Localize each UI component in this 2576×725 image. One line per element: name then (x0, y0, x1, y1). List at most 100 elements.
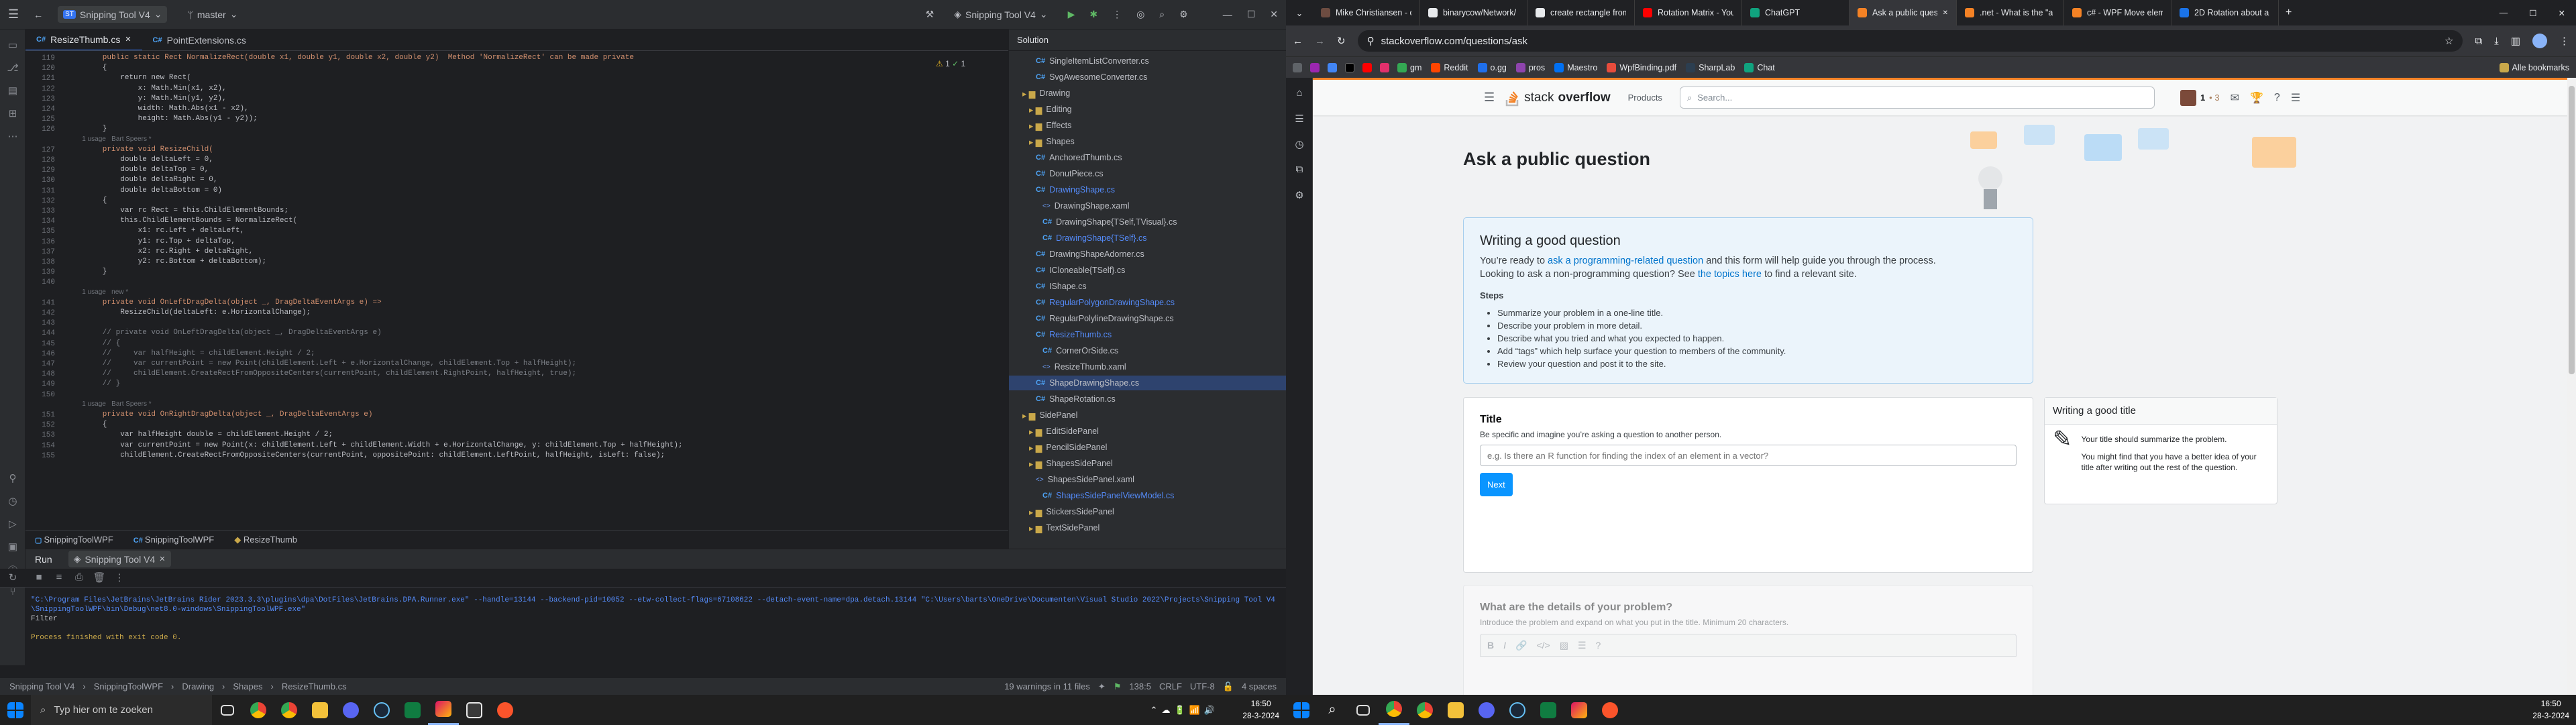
new-tab-icon[interactable]: + (2279, 7, 2298, 19)
tree-folder[interactable]: ▸ ▆ Drawing (1022, 86, 1070, 101)
tree-folder[interactable]: ▸ ▆ TextSidePanel (1029, 520, 1099, 535)
tree-file[interactable]: C# AnchoredThumb.cs (1036, 150, 1122, 165)
tree-folder[interactable]: ▸ ▆ ShapesSidePanel (1029, 456, 1113, 471)
project-tool-icon[interactable]: ▭ (6, 39, 19, 52)
browser-tab[interactable]: ChatGPT (1742, 0, 1849, 25)
so-search-input[interactable]: ⌕ Search... (1679, 87, 2155, 109)
status-path-item[interactable]: Shapes (233, 681, 262, 691)
status-path-item[interactable]: Snipping Tool V4 (9, 681, 74, 691)
services-tool-icon[interactable]: ◷ (6, 495, 19, 508)
close-icon[interactable]: ✕ (1270, 9, 1278, 20)
extensions-icon[interactable]: ⧉ (2475, 36, 2482, 47)
tree-file[interactable]: C# ShapeDrawingShape.cs (1009, 376, 1286, 390)
help-icon[interactable]: ? (1596, 640, 1601, 651)
tree-file[interactable]: C# DrawingShape.cs (1036, 182, 1115, 197)
bookmark-item[interactable]: SharpLab (1686, 62, 1735, 72)
caret-position[interactable]: 138:5 (1129, 681, 1151, 691)
tree-file[interactable]: C# DrawingShape{TSelf,TVisual}.cs (1042, 215, 1177, 229)
tree-file[interactable]: C# ResizeThumb.cs (1036, 327, 1112, 342)
status-path-item[interactable]: Drawing (182, 681, 214, 691)
instagram-icon[interactable] (1380, 62, 1389, 72)
close-icon[interactable]: ✕ (2548, 8, 2576, 18)
achievements-icon[interactable]: 🏆 (2250, 91, 2263, 105)
menu-icon[interactable]: ⋮ (2559, 35, 2569, 47)
build-icon[interactable]: ⚒ (926, 9, 934, 20)
address-bar[interactable]: ⚲ stackoverflow.com/questions/ask ☆ (1357, 30, 2463, 52)
status-path-item[interactable]: SnippingToolWPF (94, 681, 163, 691)
browser-tab[interactable]: Mike Christiansen - c (1313, 0, 1420, 25)
title-input[interactable] (1480, 445, 2017, 466)
scrollbar-thumb[interactable] (2569, 86, 2575, 374)
close-icon[interactable]: ✕ (159, 555, 165, 563)
rider-icon[interactable] (428, 695, 459, 725)
back-icon[interactable]: ← (1293, 36, 1303, 47)
rider-icon[interactable] (1564, 695, 1595, 725)
warnings-summary[interactable]: 19 warnings in 11 files (1004, 681, 1090, 691)
maximize-icon[interactable]: ☐ (2518, 8, 2547, 18)
run-output[interactable]: "C:\Program Files\JetBrains\JetBrains Ri… (25, 588, 1286, 665)
programming-question-link[interactable]: ask a programming-related question (1548, 256, 1703, 266)
tree-file[interactable]: C# RegularPolygonDrawingShape.cs (1036, 295, 1175, 310)
profile-icon[interactable]: ◎ (1136, 9, 1144, 20)
maximize-icon[interactable]: ☐ (1247, 9, 1256, 20)
brave-icon[interactable] (1595, 695, 1625, 725)
run-tool-icon[interactable]: ▷ (6, 518, 19, 531)
next-button[interactable]: Next (1480, 473, 1513, 496)
link-icon[interactable]: 🔗 (1515, 640, 1527, 651)
folder-icon[interactable] (1293, 62, 1302, 72)
more-icon[interactable]: ⋮ (1112, 9, 1122, 20)
tree-file[interactable]: <> ResizeThumb.xaml (1042, 359, 1126, 374)
clock-left[interactable]: 16:50 28-3-2024 (1242, 698, 1279, 722)
soft-wrap-icon[interactable]: ≡ (52, 571, 66, 585)
so-logo[interactable]: stack overflow (1505, 89, 1611, 107)
list-icon[interactable]: ☰ (1578, 640, 1587, 651)
bookmark-star-icon[interactable]: ☆ (2445, 35, 2453, 47)
page-scrollbar[interactable] (2567, 78, 2576, 695)
editor-scrollbar[interactable] (998, 51, 1004, 534)
breadcrumb-item[interactable]: ▢ SnippingToolWPF (35, 535, 113, 545)
debug-tool-icon[interactable]: ⚲ (6, 472, 19, 486)
browser-tab[interactable]: binarycow/Network/ (1420, 0, 1527, 25)
image-icon[interactable]: ▨ (1560, 640, 1568, 651)
indent-setting[interactable]: 4 spaces (1242, 681, 1277, 691)
bookmarks-tool-icon[interactable]: ⊞ (6, 107, 19, 121)
breadcrumb-item[interactable]: ◆ ResizeThumb (234, 535, 297, 545)
profile-avatar[interactable] (2532, 34, 2547, 48)
chrome-icon[interactable] (243, 695, 274, 725)
bookmark-item[interactable]: Maestro (1554, 62, 1597, 72)
user-card[interactable]: 1 • 3 (2180, 89, 2220, 106)
browser-tab[interactable]: Rotation Matrix - You (1635, 0, 1742, 25)
system-tray-icons[interactable]: ⌃☁🔋📶🔊 (1150, 705, 1219, 716)
inspection-widget[interactable]: ⚠ 1 ✓ 1 (936, 59, 965, 68)
build-status-icon[interactable]: ⚑ (1114, 681, 1122, 692)
home-icon[interactable]: ⌂ (1293, 87, 1306, 101)
settings-icon[interactable]: ⚙ (1293, 189, 1306, 203)
browser-tab[interactable]: create rectangle from (1527, 0, 1635, 25)
reading-list-icon[interactable]: ☰ (1293, 113, 1306, 126)
bookmark-item[interactable]: Chat (1744, 62, 1775, 72)
clock-right[interactable]: 16:50 28-3-2024 (2532, 698, 2569, 722)
bookmark-icon[interactable] (1310, 62, 1320, 72)
chrome-icon[interactable] (1379, 695, 1409, 725)
italic-icon[interactable]: I (1503, 640, 1506, 651)
bold-icon[interactable]: B (1487, 640, 1494, 651)
tree-folder[interactable]: ▸ ▆ EditSidePanel (1029, 424, 1099, 439)
rerun-icon[interactable]: ↻ (6, 571, 19, 585)
hamburger-icon[interactable]: ☰ (1484, 91, 1495, 105)
extensions-icon[interactable]: ⧉ (1293, 164, 1306, 177)
main-menu-icon[interactable]: ☰ (8, 7, 19, 21)
more-icon[interactable]: ⋮ (113, 571, 126, 585)
print-icon[interactable]: ⎙ (72, 571, 86, 585)
products-link[interactable]: Products (1621, 93, 1669, 103)
snipping-tool-icon[interactable] (459, 695, 490, 725)
code-lens-hint[interactable]: 1 usage Bart Speers * (67, 135, 151, 143)
browser-tab[interactable]: c# - WPF Move elem (2064, 0, 2171, 25)
tree-folder[interactable]: ▸ ▆ Shapes (1029, 134, 1075, 149)
tab-run-config[interactable]: ◈ Snipping Tool V4 ✕ (68, 551, 171, 567)
tree-folder[interactable]: ▸ ▆ Editing (1029, 102, 1072, 117)
branch-selector[interactable]: ᛘ master ⌄ (182, 6, 243, 23)
x-icon[interactable] (1345, 62, 1354, 72)
todo-tool-icon[interactable]: ⋯ (6, 130, 19, 144)
tree-file[interactable]: C# SvgAwesomeConverter.cs (1036, 70, 1147, 85)
structure-tool-icon[interactable]: ▤ (6, 85, 19, 98)
